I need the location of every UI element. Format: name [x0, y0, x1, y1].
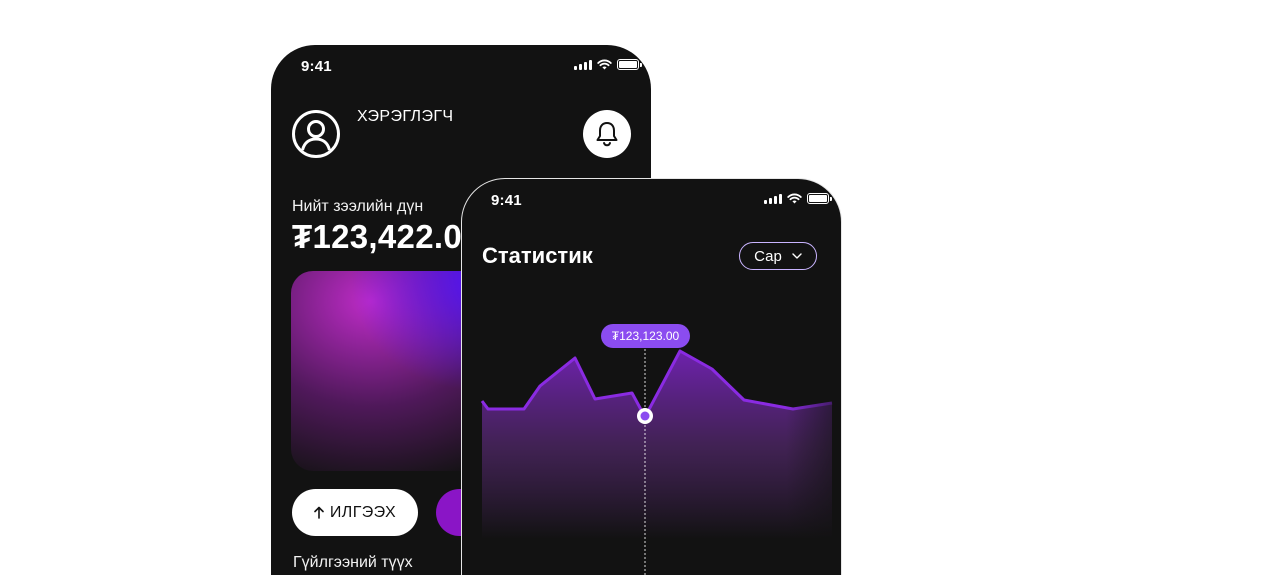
wifi-icon — [597, 59, 612, 70]
status-time: 9:41 — [301, 58, 332, 75]
signal-icon — [574, 59, 592, 70]
send-button[interactable]: ИЛГЭЭХ — [292, 489, 418, 536]
status-bar: 9:41 — [271, 45, 651, 89]
bell-icon — [596, 122, 618, 147]
history-title: Гүйлгээний түүх — [293, 554, 413, 571]
battery-icon — [617, 59, 642, 70]
user-circle-icon[interactable] — [292, 110, 340, 158]
chart-tooltip-value: ₮123,123.00 — [611, 329, 680, 343]
screen: 9:41 ХЭРЭГЛЭГЧ Нийт зээлийн дүн ₮123,422… — [0, 0, 1283, 575]
statistics-phone: 9:41 Статистик Сар ₮123,123.00 — [461, 178, 842, 575]
user-name: ХЭРЭГЛЭГЧ — [357, 108, 454, 125]
notification-button[interactable] — [583, 110, 631, 158]
balance-label: Нийт зээлийн дүн — [292, 198, 424, 215]
arrow-up-icon — [314, 506, 324, 519]
statistics-chart[interactable] — [462, 179, 842, 575]
send-button-label: ИЛГЭЭХ — [329, 503, 397, 521]
balance-amount: ₮123,422.00 — [292, 218, 481, 255]
chart-tooltip: ₮123,123.00 — [601, 324, 690, 348]
status-icons — [574, 59, 642, 70]
